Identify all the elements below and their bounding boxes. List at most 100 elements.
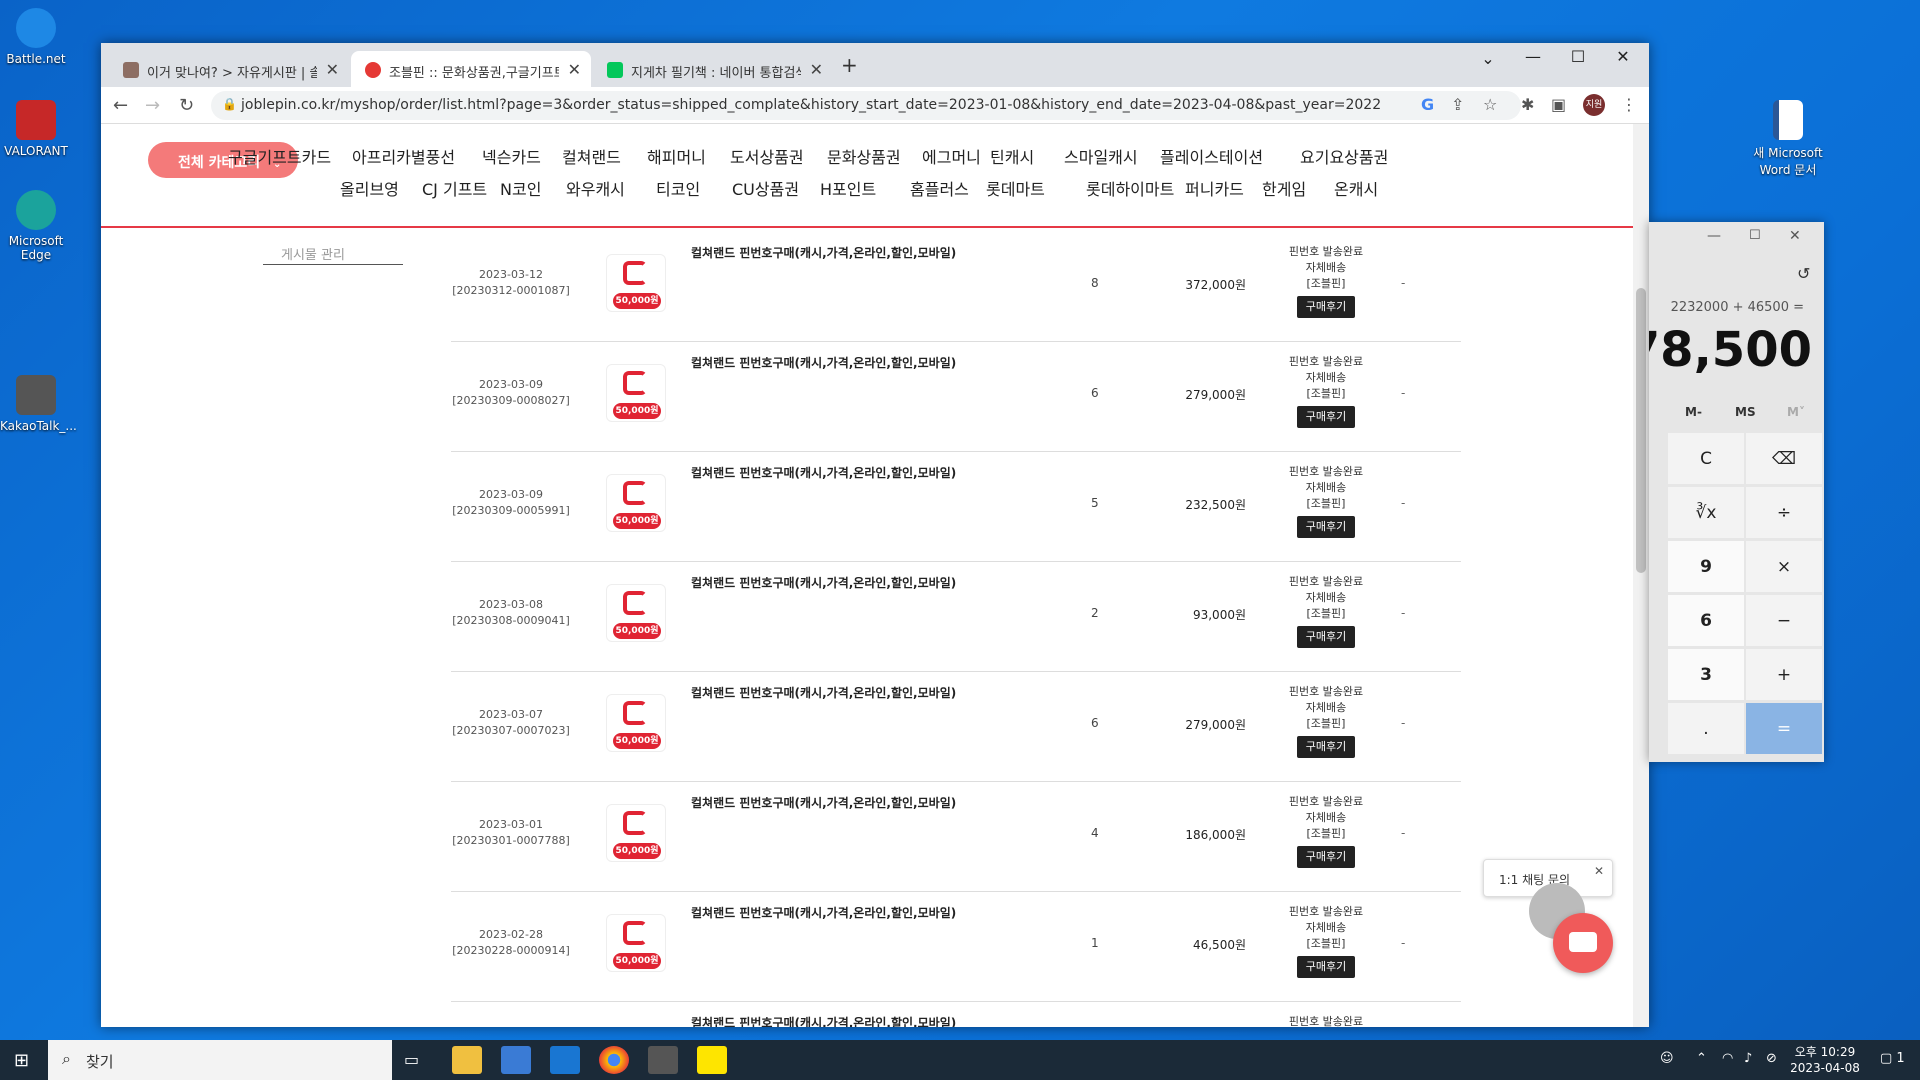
category-link[interactable]: 스마일캐시 xyxy=(1064,144,1138,168)
product-thumbnail[interactable]: 50,000원 xyxy=(606,364,666,422)
tab-naver[interactable]: 지게차 필기책 : 네이버 통합검색 ✕ xyxy=(593,51,833,87)
product-thumbnail[interactable]: 50,000원 xyxy=(606,254,666,312)
product-name-link[interactable]: 컬쳐랜드 핀번호구매(캐시,가격,온라인,할인,모바일) xyxy=(691,1014,956,1027)
memory-list-button[interactable]: M˅ xyxy=(1787,405,1805,419)
extensions-icon[interactable]: ✱ xyxy=(1521,95,1534,114)
order-date[interactable]: 2023-03-09 [20230309-0005991] xyxy=(451,487,571,519)
close-window-button[interactable]: ✕ xyxy=(1789,228,1801,244)
product-name-link[interactable]: 컬쳐랜드 핀번호구매(캐시,가격,온라인,할인,모바일) xyxy=(691,574,956,591)
calc-key[interactable]: 3 xyxy=(1667,648,1745,701)
review-button[interactable]: 구매후기 xyxy=(1296,956,1356,978)
product-name-link[interactable]: 컬쳐랜드 핀번호구매(캐시,가격,온라인,할인,모바일) xyxy=(691,464,956,481)
category-link[interactable]: 한게임 xyxy=(1262,176,1306,200)
desktop-icon-edge[interactable]: Microsoft Edge xyxy=(0,190,72,262)
minimize-button[interactable]: — xyxy=(1707,228,1721,244)
category-link[interactable]: 에그머니 xyxy=(922,144,981,168)
category-link[interactable]: 요기요상품권 xyxy=(1300,144,1388,168)
mail-icon[interactable] xyxy=(550,1046,580,1074)
product-name-link[interactable]: 컬쳐랜드 핀번호구매(캐시,가격,온라인,할인,모바일) xyxy=(691,244,956,261)
wifi-icon[interactable]: ◠ xyxy=(1722,1051,1733,1066)
tab-joblepin[interactable]: 조블핀 :: 문화상품권,구글기프트... ✕ xyxy=(351,51,591,87)
category-link[interactable]: 롯데하이마트 xyxy=(1086,176,1174,200)
product-name-link[interactable]: 컬쳐랜드 핀번호구매(캐시,가격,온라인,할인,모바일) xyxy=(691,794,956,811)
category-link[interactable]: H포인트 xyxy=(820,176,876,200)
review-button[interactable]: 구매후기 xyxy=(1296,516,1356,538)
tab-close-icon[interactable]: ✕ xyxy=(810,60,823,79)
side-panel-icon[interactable]: ▣ xyxy=(1551,95,1566,114)
kakaotalk-app-icon[interactable] xyxy=(697,1046,727,1074)
start-windows-icon[interactable]: ⊞ xyxy=(14,1050,29,1071)
desktop-icon-word[interactable]: 새 Microsoft Word 문서 xyxy=(1748,100,1828,178)
category-link[interactable]: 롯데마트 xyxy=(986,176,1045,200)
close-icon[interactable]: ✕ xyxy=(1594,864,1604,878)
order-date[interactable]: 2023-02-28 [20230228-0000914] xyxy=(451,927,571,959)
category-link[interactable]: 틴캐시 xyxy=(990,144,1034,168)
tab-search-icon[interactable]: ⌄ xyxy=(1466,49,1510,68)
ime-icon[interactable]: ⊘ xyxy=(1766,1051,1777,1066)
product-thumbnail[interactable]: 50,000원 xyxy=(606,804,666,862)
taskbar-search[interactable]: ⌕ 찾기 xyxy=(48,1040,392,1080)
desktop-icon-valorant[interactable]: VALORANT xyxy=(0,100,72,158)
review-button[interactable]: 구매후기 xyxy=(1296,626,1356,648)
calc-key[interactable]: ÷ xyxy=(1745,486,1823,539)
calc-key[interactable]: − xyxy=(1745,594,1823,647)
tab-forum[interactable]: 이거 맞나여? > 자유게시판 | 솔... ✕ xyxy=(109,51,349,87)
menu-kebab-icon[interactable]: ⋮ xyxy=(1621,95,1637,114)
file-explorer-icon[interactable] xyxy=(452,1046,482,1074)
order-number[interactable]: [20230308-0009041] xyxy=(452,614,570,627)
calc-key[interactable]: 9 xyxy=(1667,540,1745,593)
close-window-button[interactable]: ✕ xyxy=(1601,47,1645,66)
store-icon[interactable] xyxy=(501,1046,531,1074)
category-link[interactable]: 해피머니 xyxy=(647,144,706,168)
volume-icon[interactable]: ♪ xyxy=(1744,1051,1752,1066)
review-button[interactable]: 구매후기 xyxy=(1296,296,1356,318)
address-bar[interactable]: 🔒 joblepin.co.kr/myshop/order/list.html?… xyxy=(211,91,1521,120)
review-button[interactable]: 구매후기 xyxy=(1296,736,1356,758)
calc-key[interactable]: = xyxy=(1745,702,1823,755)
order-number[interactable]: [20230309-0008027] xyxy=(452,394,570,407)
category-link[interactable]: 온캐시 xyxy=(1334,176,1378,200)
reload-icon[interactable]: ↻ xyxy=(179,95,194,116)
order-number[interactable]: [20230228-0000914] xyxy=(452,944,570,957)
order-date[interactable]: 2023-03-09 [20230309-0008027] xyxy=(451,377,571,409)
desktop-icon-battlenet[interactable]: Battle.net xyxy=(0,8,72,66)
task-view-icon[interactable]: ▭ xyxy=(404,1050,419,1069)
product-thumbnail[interactable]: 50,000원 xyxy=(606,694,666,752)
order-number[interactable]: [20230307-0007023] xyxy=(452,724,570,737)
new-tab-button[interactable]: + xyxy=(841,53,858,77)
order-date[interactable]: 2023-03-08 [20230308-0009041] xyxy=(451,597,571,629)
category-link[interactable]: 플레이스테이션 xyxy=(1160,144,1263,168)
forward-icon[interactable]: → xyxy=(145,95,160,116)
order-date[interactable]: 2023-03-07 [20230307-0007023] xyxy=(451,707,571,739)
product-name-link[interactable]: 컬쳐랜드 핀번호구매(캐시,가격,온라인,할인,모바일) xyxy=(691,684,956,701)
category-link[interactable]: 아프리카별풍선 xyxy=(352,144,455,168)
category-link[interactable]: 홈플러스 xyxy=(910,176,969,200)
review-button[interactable]: 구매후기 xyxy=(1296,406,1356,428)
category-link[interactable]: CU상품권 xyxy=(732,176,799,200)
chat-button[interactable] xyxy=(1553,913,1613,973)
order-date[interactable]: 2023-03-12 [20230312-0001087] xyxy=(451,267,571,299)
chevron-up-icon[interactable]: ⌃ xyxy=(1696,1051,1707,1066)
history-icon[interactable]: ↺ xyxy=(1797,264,1810,283)
back-icon[interactable]: ← xyxy=(113,95,128,116)
memory-store-button[interactable]: MS xyxy=(1735,405,1756,419)
bookmark-star-icon[interactable]: ☆ xyxy=(1483,95,1497,114)
calc-key[interactable]: ⌫ xyxy=(1745,432,1823,485)
order-number[interactable]: [20230309-0005991] xyxy=(452,504,570,517)
order-date[interactable]: 2023-03-01 [20230301-0007788] xyxy=(451,817,571,849)
chrome-icon[interactable] xyxy=(599,1046,629,1074)
category-link[interactable]: 문화상품권 xyxy=(827,144,901,168)
product-thumbnail[interactable]: 50,000원 xyxy=(606,914,666,972)
product-name-link[interactable]: 컬쳐랜드 핀번호구매(캐시,가격,온라인,할인,모바일) xyxy=(691,354,956,371)
taskbar-clock[interactable]: 오후 10:29 2023-04-08 xyxy=(1788,1044,1862,1076)
scrollbar-track[interactable] xyxy=(1633,124,1649,1027)
category-link[interactable]: N코인 xyxy=(500,176,541,200)
tab-close-icon[interactable]: ✕ xyxy=(326,60,339,79)
product-thumbnail[interactable]: 50,000원 xyxy=(606,584,666,642)
calc-key[interactable]: × xyxy=(1745,540,1823,593)
category-link[interactable]: 와우캐시 xyxy=(566,176,625,200)
order-number[interactable]: [20230312-0001087] xyxy=(452,284,570,297)
category-link[interactable]: 구글기프트카드 xyxy=(228,144,331,168)
calc-key[interactable]: ∛x xyxy=(1667,486,1745,539)
product-thumbnail[interactable]: 50,000원 xyxy=(606,474,666,532)
